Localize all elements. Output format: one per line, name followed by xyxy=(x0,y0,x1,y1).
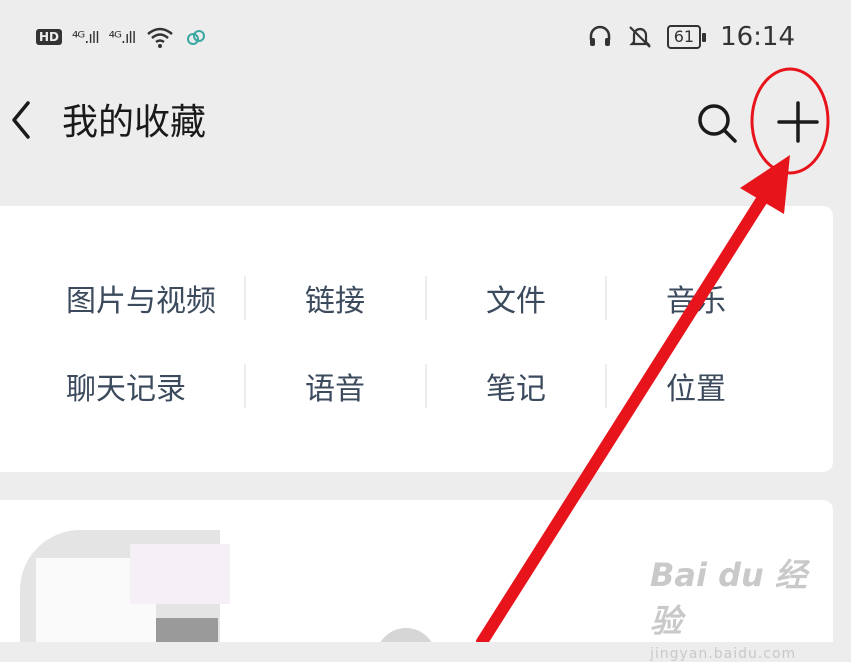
divider xyxy=(605,276,607,320)
signal-icon-sim1: ⁴ᴳ.ıll xyxy=(72,27,100,47)
sync-icon xyxy=(187,30,206,45)
category-files[interactable]: 文件 xyxy=(425,268,607,328)
nav-bar: 我的收藏 xyxy=(0,75,851,170)
status-bar: HD ⁴ᴳ.ıll ⁴ᴳ.ıll 61 16:14 xyxy=(0,0,851,75)
hd-badge: HD xyxy=(36,29,63,45)
battery-tip xyxy=(702,32,707,42)
divider xyxy=(244,364,246,408)
divider xyxy=(244,276,246,320)
divider xyxy=(425,364,427,408)
thumbnail-document xyxy=(130,544,230,604)
signal-icon-sim2: ⁴ᴳ.ıll xyxy=(108,27,137,47)
category-links[interactable]: 链接 xyxy=(244,268,426,328)
chevron-left-icon[interactable] xyxy=(6,99,36,141)
category-notes[interactable]: 笔记 xyxy=(425,356,607,416)
item-preview-shape xyxy=(376,628,436,642)
category-music[interactable]: 音乐 xyxy=(605,268,787,328)
headphones-icon xyxy=(589,25,610,46)
category-card: 图片与视频 链接 文件 音乐 聊天记录 语音 笔记 位置 xyxy=(0,206,833,472)
battery-indicator: 61 xyxy=(666,25,707,49)
thumbnail-block xyxy=(156,618,218,642)
category-photos-videos[interactable]: 图片与视频 xyxy=(50,268,232,328)
watermark-logo-text: Bai du 经验 xyxy=(650,556,807,640)
status-left: HD ⁴ᴳ.ıll ⁴ᴳ.ıll xyxy=(36,22,207,52)
bell-off-icon xyxy=(628,26,651,48)
watermark-url: jingyan.baidu.com xyxy=(650,646,797,662)
category-location[interactable]: 位置 xyxy=(605,356,787,416)
battery-level: 61 xyxy=(666,25,702,49)
page-title: 我的收藏 xyxy=(62,102,207,143)
divider xyxy=(425,276,427,320)
category-voice[interactable]: 语音 xyxy=(244,356,426,416)
search-icon[interactable] xyxy=(695,101,739,145)
status-time: 16:14 xyxy=(720,22,795,52)
status-right: 61 16:14 xyxy=(587,20,795,54)
baidu-watermark: Bai du 经验 jingyan.baidu.com xyxy=(650,550,810,662)
plus-icon[interactable] xyxy=(775,99,821,145)
divider xyxy=(605,364,607,408)
category-chat-history[interactable]: 聊天记录 xyxy=(35,356,217,416)
wifi-icon xyxy=(147,27,174,48)
